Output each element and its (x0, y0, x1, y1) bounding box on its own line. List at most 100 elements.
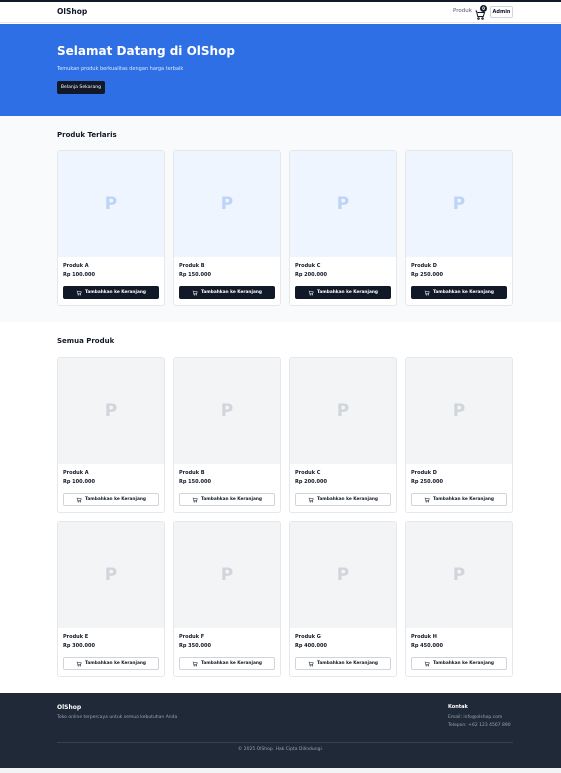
product-card[interactable]: P Produk E Rp 300.000 Tambahkan ke Keranjan… (57, 521, 165, 677)
footer-contact-title: Kontak (448, 704, 468, 710)
product-name: Produk G (295, 634, 321, 640)
product-name: Produk E (63, 634, 89, 640)
product-card[interactable]: P Produk B Rp 150.000 Tambahkan ke Keranjan… (173, 150, 281, 306)
add-to-cart-button[interactable]: Tambahkan ke Keranjang (179, 493, 275, 506)
add-to-cart-button[interactable]: Tambahkan ke Keranjang (63, 493, 159, 506)
footer-phone: Telepon: +62 123 4567 890 (448, 723, 511, 728)
add-to-cart-button[interactable]: Tambahkan ke Keranjang (179, 657, 275, 670)
product-image-placeholder: P (58, 522, 164, 628)
product-image-placeholder: P (406, 151, 512, 257)
product-card[interactable]: P Produk D Rp 250.000 Tambahkan ke Keranjan… (405, 357, 513, 513)
product-price: Rp 250.000 (411, 479, 443, 485)
product-name: Produk F (179, 634, 205, 640)
product-price: Rp 100.000 (63, 479, 95, 485)
product-name: Produk D (411, 263, 437, 269)
all-products-title: Semua Produk (57, 337, 115, 345)
product-image-placeholder: P (290, 358, 396, 464)
add-to-cart-label: Tambahkan ke Keranjang (432, 661, 494, 666)
product-image-placeholder: P (290, 151, 396, 257)
product-price: Rp 200.000 (295, 272, 327, 278)
add-to-cart-label: Tambahkan ke Keranjang (200, 497, 262, 502)
product-price: Rp 250.000 (411, 272, 443, 278)
product-name: Produk C (295, 263, 321, 269)
best-sellers-title: Produk Terlaris (57, 131, 117, 139)
product-card[interactable]: P Produk D Rp 250.000 Tambahkan ke Keranjan… (405, 150, 513, 306)
cart-icon (424, 290, 430, 296)
hero-title: Selamat Datang di OlShop (57, 44, 235, 58)
add-to-cart-button[interactable]: Tambahkan ke Keranjang (63, 286, 159, 299)
add-to-cart-label: Tambahkan ke Keranjang (84, 290, 146, 295)
product-card[interactable]: P Produk C Rp 200.000 Tambahkan ke Keranjan… (289, 357, 397, 513)
add-to-cart-label: Tambahkan ke Keranjang (316, 290, 378, 295)
admin-button[interactable]: Admin (490, 6, 513, 18)
bottom-strip (0, 768, 561, 773)
product-name: Produk B (179, 263, 205, 269)
cart-icon (424, 661, 430, 667)
product-price: Rp 100.000 (63, 272, 95, 278)
add-to-cart-button[interactable]: Tambahkan ke Keranjang (295, 493, 391, 506)
product-card[interactable]: P Produk C Rp 200.000 Tambahkan ke Keranjan… (289, 150, 397, 306)
product-name: Produk A (63, 263, 89, 269)
cart-icon (308, 661, 314, 667)
product-card[interactable]: P Produk A Rp 100.000 Tambahkan ke Keranjan… (57, 150, 165, 306)
cart-icon (308, 497, 314, 503)
product-card[interactable]: P Produk A Rp 100.000 Tambahkan ke Keranjan… (57, 357, 165, 513)
product-image-placeholder: P (406, 358, 512, 464)
add-to-cart-label: Tambahkan ke Keranjang (84, 497, 146, 502)
cart-icon (424, 497, 430, 503)
add-to-cart-button[interactable]: Tambahkan ke Keranjang (411, 286, 507, 299)
product-price: Rp 150.000 (179, 272, 211, 278)
footer-email[interactable]: Email: info@olshop.com (448, 715, 502, 720)
cart-icon (76, 290, 82, 296)
product-card[interactable]: P Produk F Rp 350.000 Tambahkan ke Keranjan… (173, 521, 281, 677)
cart-icon (192, 290, 198, 296)
product-image-placeholder: P (406, 522, 512, 628)
add-to-cart-button[interactable]: Tambahkan ke Keranjang (179, 286, 275, 299)
footer: OlShop Toko online terpercaya untuk semu… (0, 693, 561, 768)
add-to-cart-label: Tambahkan ke Keranjang (84, 661, 146, 666)
add-to-cart-label: Tambahkan ke Keranjang (200, 290, 262, 295)
add-to-cart-label: Tambahkan ke Keranjang (316, 497, 378, 502)
product-name: Produk D (411, 470, 437, 476)
add-to-cart-label: Tambahkan ke Keranjang (432, 290, 494, 295)
product-image-placeholder: P (174, 151, 280, 257)
navbar: OlShop Produk 0 Admin (0, 2, 561, 23)
product-image-placeholder: P (58, 151, 164, 257)
product-price: Rp 200.000 (295, 479, 327, 485)
cart-count-badge: 0 (480, 5, 487, 12)
product-price: Rp 400.000 (295, 643, 327, 649)
product-price: Rp 300.000 (63, 643, 95, 649)
cart-icon (76, 497, 82, 503)
cart-icon (308, 290, 314, 296)
hero-subtitle: Temukan produk berkualitas dengan harga … (57, 66, 184, 72)
footer-brand: OlShop (57, 704, 82, 711)
cart-icon (76, 661, 82, 667)
add-to-cart-label: Tambahkan ke Keranjang (200, 661, 262, 666)
footer-copyright: © 2025 OlShop. Hak Cipta Dilindungi. (237, 747, 324, 752)
add-to-cart-button[interactable]: Tambahkan ke Keranjang (411, 493, 507, 506)
footer-divider (57, 742, 513, 743)
product-price: Rp 150.000 (179, 479, 211, 485)
product-name: Produk H (411, 634, 437, 640)
product-card[interactable]: P Produk G Rp 400.000 Tambahkan ke Keranjan… (289, 521, 397, 677)
add-to-cart-label: Tambahkan ke Keranjang (432, 497, 494, 502)
product-name: Produk A (63, 470, 89, 476)
product-image-placeholder: P (174, 522, 280, 628)
add-to-cart-button[interactable]: Tambahkan ke Keranjang (295, 286, 391, 299)
product-card[interactable]: P Produk H Rp 450.000 Tambahkan ke Keranjan… (405, 521, 513, 677)
product-image-placeholder: P (290, 522, 396, 628)
nav-link-products[interactable]: Produk (453, 8, 472, 14)
add-to-cart-button[interactable]: Tambahkan ke Keranjang (411, 657, 507, 670)
shop-now-button[interactable]: Belanja Sekarang (57, 81, 105, 94)
product-image-placeholder: P (58, 358, 164, 464)
brand-logo[interactable]: OlShop (57, 7, 87, 16)
hero-banner: Selamat Datang di OlShop Temukan produk … (0, 24, 561, 116)
footer-tagline: Toko online terpercaya untuk semua kebut… (57, 715, 178, 720)
product-card[interactable]: P Produk B Rp 150.000 Tambahkan ke Keranjan… (173, 357, 281, 513)
product-name: Produk B (179, 470, 205, 476)
product-name: Produk C (295, 470, 321, 476)
add-to-cart-button[interactable]: Tambahkan ke Keranjang (63, 657, 159, 670)
product-price: Rp 450.000 (411, 643, 443, 649)
add-to-cart-button[interactable]: Tambahkan ke Keranjang (295, 657, 391, 670)
product-image-placeholder: P (174, 358, 280, 464)
